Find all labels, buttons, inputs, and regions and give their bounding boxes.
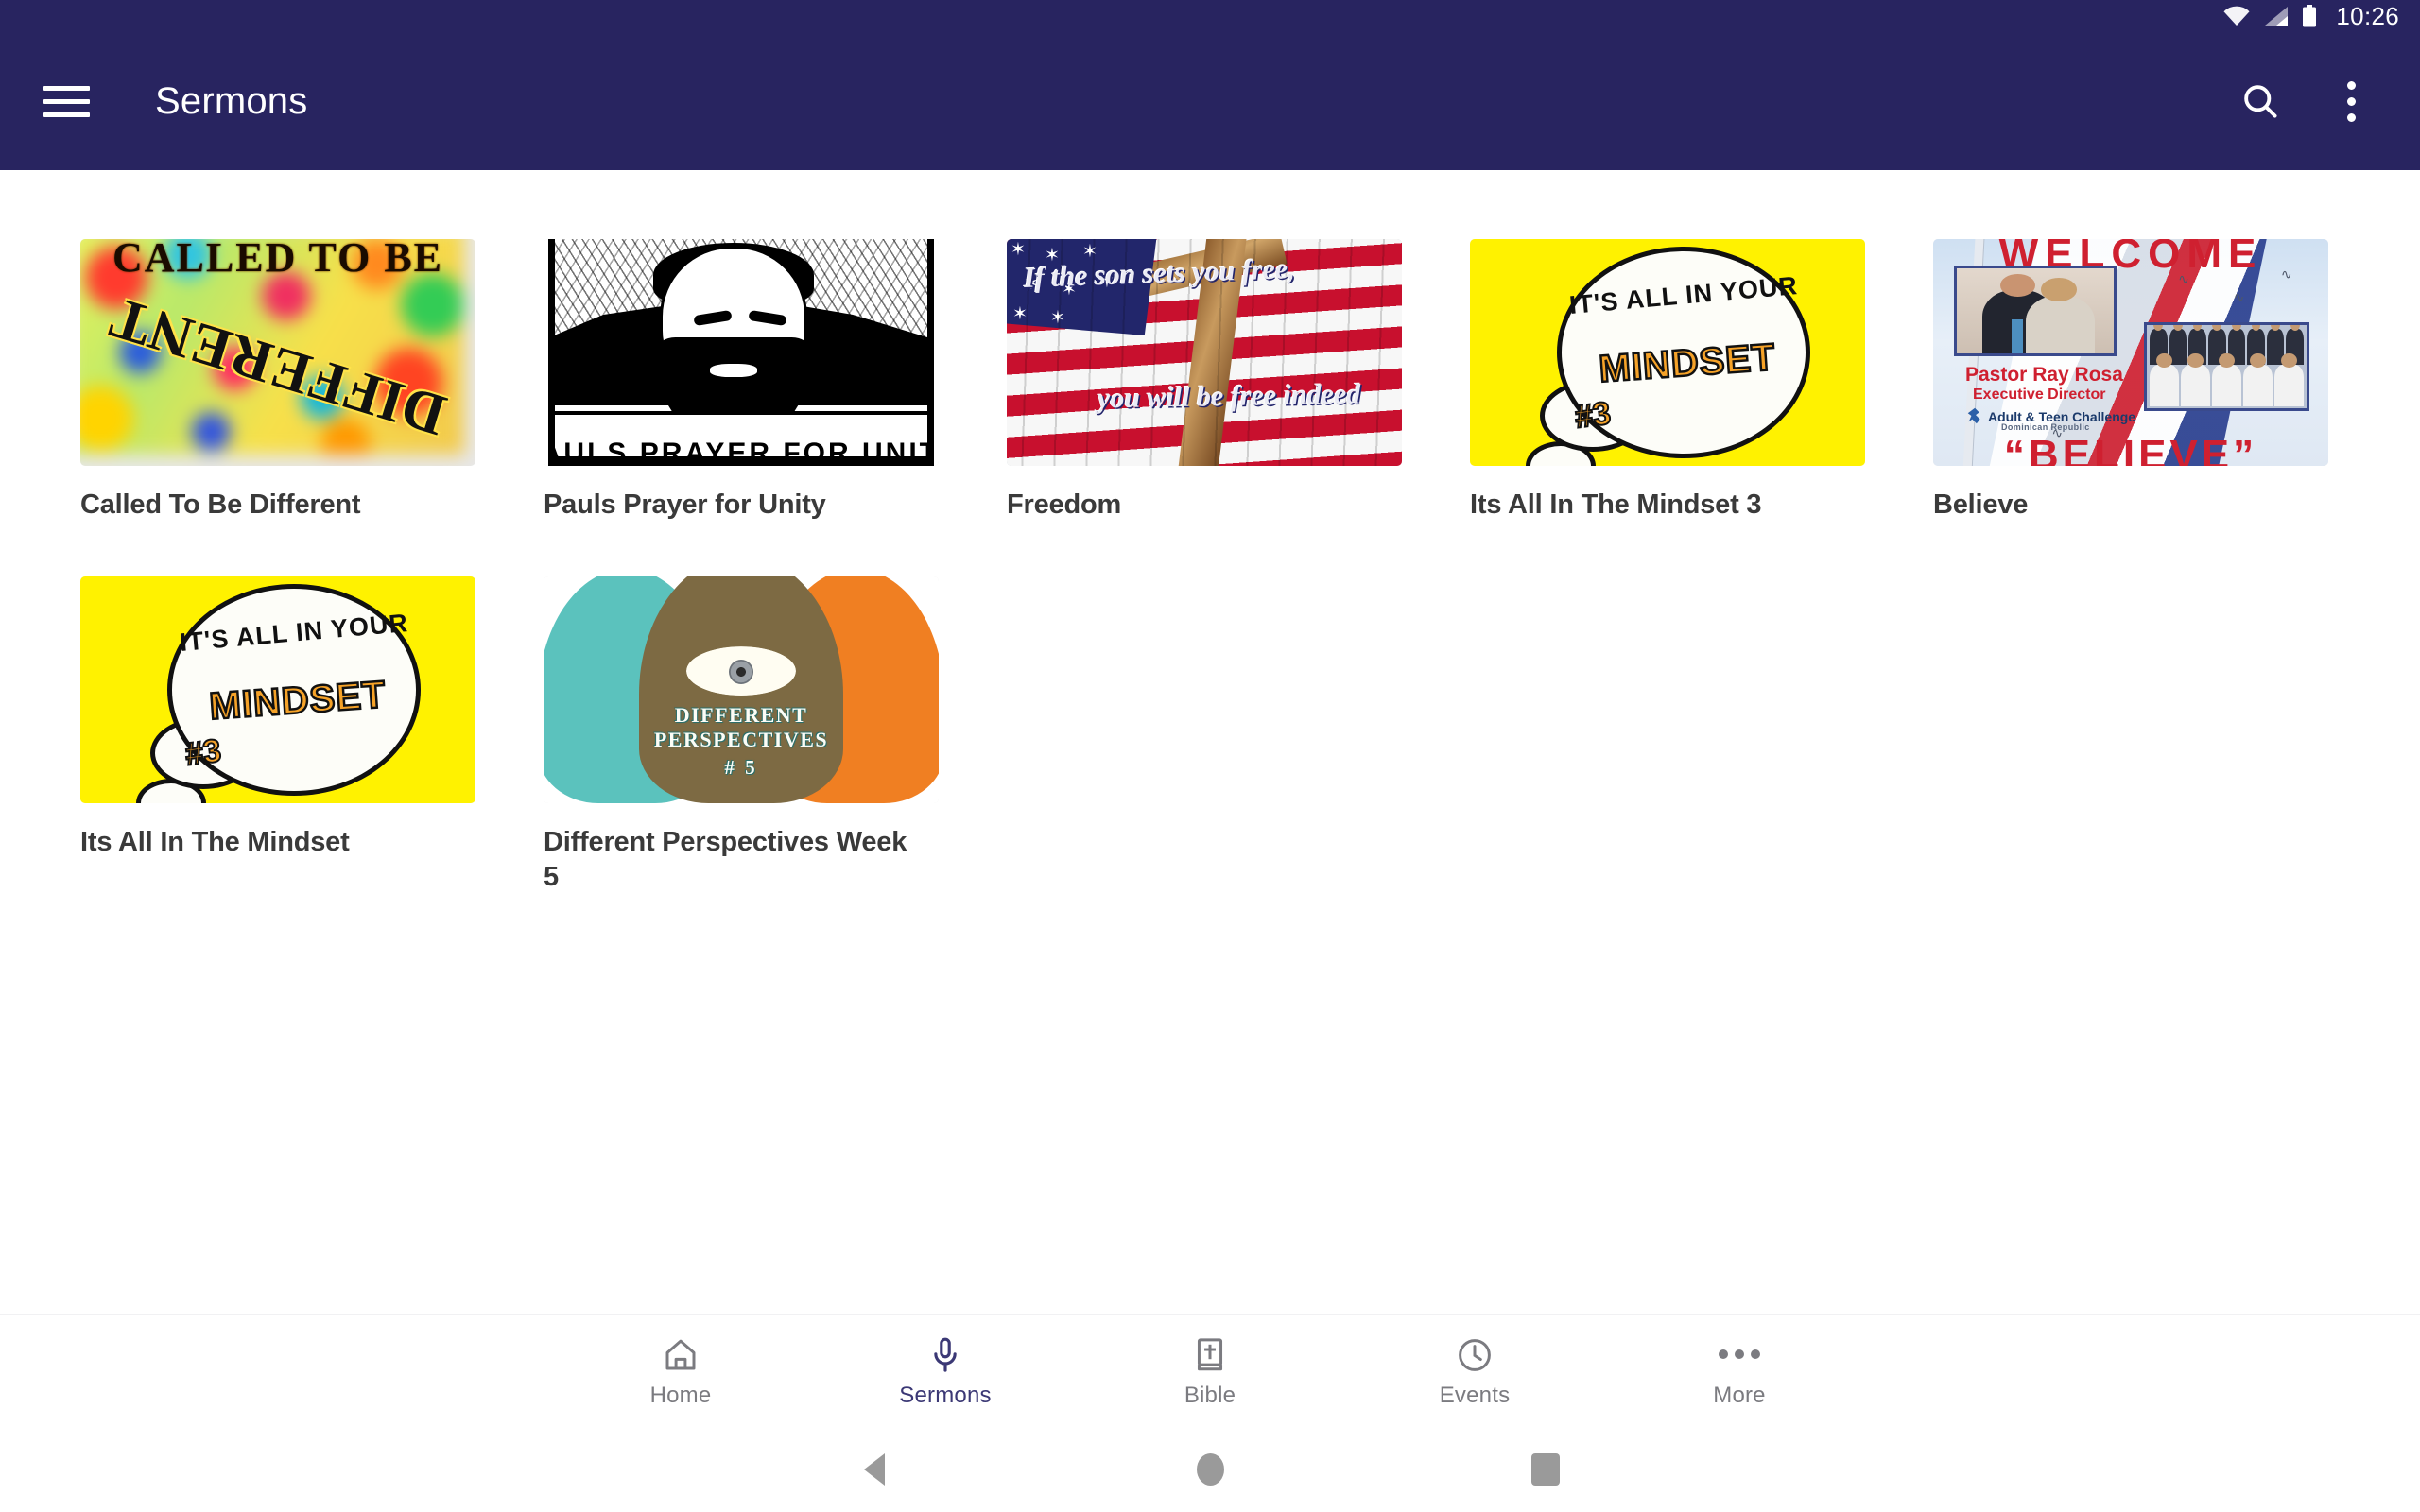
battery-icon [2302,5,2317,27]
status-time: 10:26 [2336,2,2399,30]
hamburger-menu-icon[interactable] [43,82,93,120]
home-circle-icon[interactable] [1167,1441,1253,1498]
thumbnail-line-1: DIFFERENT [674,703,808,728]
bible-book-icon [1190,1333,1230,1375]
sermon-thumbnail[interactable]: CALLED TO BE DIFFERENT [80,239,475,466]
sermon-title: Pauls Prayer for Unity [544,490,826,520]
thumbnail-art-flag: ✶ ✶ ✶ ✶ ✶ ✶ ✶ ✶ If the son sets you free… [1007,239,1402,466]
status-bar: 10:26 [0,0,2420,32]
system-nav-buttons [832,1441,1588,1498]
sermon-thumbnail[interactable]: IT'S ALL IN YOUR MINDSET #3 [1470,239,1865,466]
sermon-thumbnail[interactable]: ✶ ✶ ✶ ✶ ✶ ✶ ✶ ✶ If the son sets you free… [1007,239,1402,466]
nav-label-more: More [1713,1383,1766,1408]
sermon-thumbnail[interactable]: PAULS PRAYER FOR UNITY [544,239,939,466]
nav-item-bible[interactable]: Bible [1078,1333,1342,1409]
nav-item-sermons[interactable]: Sermons [813,1333,1078,1409]
cell-signal-icon [2263,6,2290,26]
sermon-card[interactable]: ✶ ✶ ✶ ✶ ✶ ✶ ✶ ✶ If the son sets you free… [1007,239,1402,523]
thumbnail-pastor-role: Executive Director [1973,387,2106,403]
nav-label-events: Events [1439,1383,1511,1408]
thumbnail-line-3: # 5 [724,756,758,780]
thumbnail-line-2: PERSPECTIVES [653,728,829,752]
thumbnail-country: Dominican Republic [2001,422,2090,432]
sermon-title: Its All In The Mindset 3 [1470,490,1762,520]
microphone-icon [925,1333,965,1375]
nav-label-home: Home [649,1383,712,1408]
bottom-navigation-bar: Home Sermons Bible Events More [0,1314,2420,1427]
thumbnail-number: #3 [1571,395,1613,437]
nav-item-more[interactable]: More [1607,1333,1872,1409]
sermon-title: Its All In The Mindset [80,827,350,858]
sermon-card[interactable]: IT'S ALL IN YOUR MINDSET #3 Its All In T… [80,576,475,895]
android-system-navigation [0,1427,2420,1512]
thumbnail-art-mindset: IT'S ALL IN YOUR MINDSET #3 [80,576,475,804]
sermons-grid-container: CALLED TO BE DIFFERENT Called To Be Diff… [0,170,2420,1314]
home-icon [661,1333,700,1375]
back-triangle-icon[interactable] [832,1441,917,1498]
sermon-thumbnail[interactable]: DIFFERENT PERSPECTIVES # 5 [544,576,939,804]
nav-item-events[interactable]: Events [1342,1333,1607,1409]
status-icons [2222,5,2317,27]
sermon-thumbnail[interactable]: ∿ ∿ ∿ ∿ ∿ WELCOME Pastor Ray Rosa Execut… [1933,239,2328,466]
thumbnail-art-rainbow: CALLED TO BE DIFFERENT [80,239,475,466]
bottom-nav-items: Home Sermons Bible Events More [548,1333,1872,1409]
sermon-thumbnail[interactable]: IT'S ALL IN YOUR MINDSET #3 [80,576,475,804]
nav-label-sermons: Sermons [899,1383,992,1408]
more-dots-icon [1719,1333,1760,1375]
sermon-card[interactable]: IT'S ALL IN YOUR MINDSET #3 Its All In T… [1470,239,1865,523]
thumbnail-pastor-name: Pastor Ray Rosa [1965,364,2123,386]
atc-logo-icon [1967,407,1980,424]
overflow-menu-icon[interactable] [2320,70,2382,132]
thumbnail-top-text: CALLED TO BE [112,239,444,281]
page-title: Sermons [155,79,308,122]
sermon-title: Different Perspectives Week 5 [544,827,908,893]
thumbnail-art-heads: DIFFERENT PERSPECTIVES # 5 [544,576,939,804]
thumbnail-line-2: you will be free indeed [1097,378,1361,415]
nav-label-bible: Bible [1184,1383,1236,1408]
sermons-grid: CALLED TO BE DIFFERENT Called To Be Diff… [0,170,2420,895]
sermon-card[interactable]: CALLED TO BE DIFFERENT Called To Be Diff… [80,239,475,523]
sermon-title: Believe [1933,490,2029,520]
thumbnail-art-illustration: PAULS PRAYER FOR UNITY [544,239,939,466]
recents-square-icon[interactable] [1503,1441,1588,1498]
sermon-card[interactable]: PAULS PRAYER FOR UNITY Pauls Prayer for … [544,239,939,523]
thumbnail-art-mindset: IT'S ALL IN YOUR MINDSET #3 [1470,239,1865,466]
app-bar: Sermons [0,32,2420,170]
thumbnail-believe-text: “BELIEVE” [2003,432,2258,466]
wifi-icon [2222,6,2251,26]
clock-icon [1455,1333,1495,1375]
search-icon[interactable] [2229,70,2291,132]
app-bar-actions [2229,70,2382,132]
thumbnail-art-poster: ∿ ∿ ∿ ∿ ∿ WELCOME Pastor Ray Rosa Execut… [1933,239,2328,466]
thumbnail-number: #3 [182,732,223,774]
sermon-title: Called To Be Different [80,490,361,520]
sermon-title: Freedom [1007,490,1122,520]
nav-item-home[interactable]: Home [548,1333,813,1409]
sermon-card[interactable]: DIFFERENT PERSPECTIVES # 5 Different Per… [544,576,939,895]
sermon-card[interactable]: ∿ ∿ ∿ ∿ ∿ WELCOME Pastor Ray Rosa Execut… [1933,239,2328,523]
